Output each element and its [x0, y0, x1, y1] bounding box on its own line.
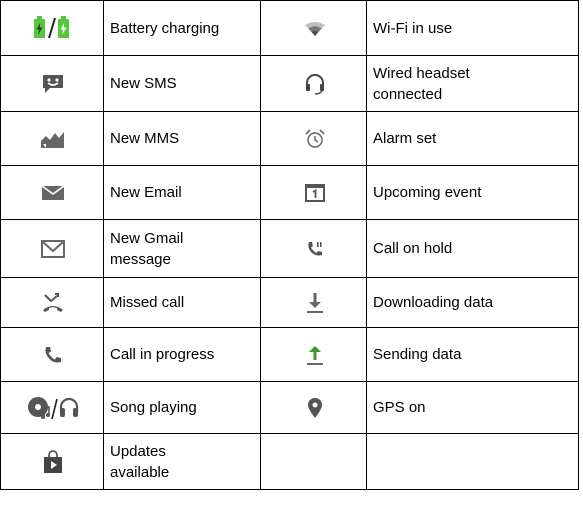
calendar-icon [304, 184, 325, 203]
table-row: Missed call Downloading data [0, 277, 579, 328]
status-label: GPS on [366, 381, 579, 434]
icon-cell [0, 381, 104, 434]
icon-cell [0, 165, 104, 220]
table-row: Song playing GPS on [0, 381, 579, 434]
status-label: Wi-Fi in use [366, 0, 579, 56]
headset-icon [304, 73, 326, 95]
alarm-icon [304, 128, 326, 150]
icon-cell [0, 219, 104, 278]
status-label: Wired headset connected [366, 55, 579, 112]
icon-cell [260, 0, 367, 56]
icon-cell [260, 219, 367, 278]
icon-cell [260, 111, 367, 166]
battery-charging-icon [29, 15, 77, 41]
status-label: Downloading data [366, 277, 579, 328]
table-row: New MMS Alarm set [0, 111, 579, 166]
gps-icon [307, 397, 323, 419]
call-progress-icon [43, 345, 63, 365]
table-row: Call in progress Sending data [0, 327, 579, 382]
status-label: New SMS [103, 55, 261, 112]
icon-cell [260, 277, 367, 328]
email-icon [41, 185, 65, 201]
empty-icon-cell [260, 433, 367, 490]
download-icon [306, 292, 324, 314]
song-playing-icon [26, 395, 80, 421]
status-label: Alarm set [366, 111, 579, 166]
status-label: Sending data [366, 327, 579, 382]
icon-cell [260, 165, 367, 220]
icon-cell [260, 381, 367, 434]
call-hold-icon [306, 240, 324, 258]
icon-cell [0, 55, 104, 112]
icon-cell [0, 327, 104, 382]
status-label: Battery charging [103, 0, 261, 56]
gmail-icon [41, 240, 65, 259]
status-label: Updates available [103, 433, 261, 490]
status-label: Song playing [103, 381, 261, 434]
status-label: New Gmail message [103, 219, 261, 278]
status-label: Call on hold [366, 219, 579, 278]
empty-label-cell [366, 433, 579, 490]
icon-cell [0, 433, 104, 490]
status-icon-legend-table: Battery charging Wi-Fi in use New SMS Wi… [0, 0, 579, 490]
table-row: New Email Upcoming event [0, 165, 579, 220]
status-label: Call in progress [103, 327, 261, 382]
missed-call-icon [41, 292, 65, 314]
table-row: New Gmail message Call on hold [0, 219, 579, 278]
status-label: Upcoming event [366, 165, 579, 220]
sms-icon [41, 73, 65, 95]
table-row: Updates available [0, 433, 579, 490]
wifi-icon [304, 21, 326, 37]
icon-cell [260, 55, 367, 112]
status-label: New MMS [103, 111, 261, 166]
status-label: Missed call [103, 277, 261, 328]
icon-cell [260, 327, 367, 382]
table-row: Battery charging Wi-Fi in use [0, 0, 579, 56]
mms-icon [40, 129, 66, 149]
updates-icon [43, 449, 63, 474]
upload-icon [306, 344, 324, 366]
icon-cell [0, 111, 104, 166]
status-label: New Email [103, 165, 261, 220]
icon-cell [0, 277, 104, 328]
table-row: New SMS Wired headset connected [0, 55, 579, 112]
icon-cell [0, 0, 104, 56]
